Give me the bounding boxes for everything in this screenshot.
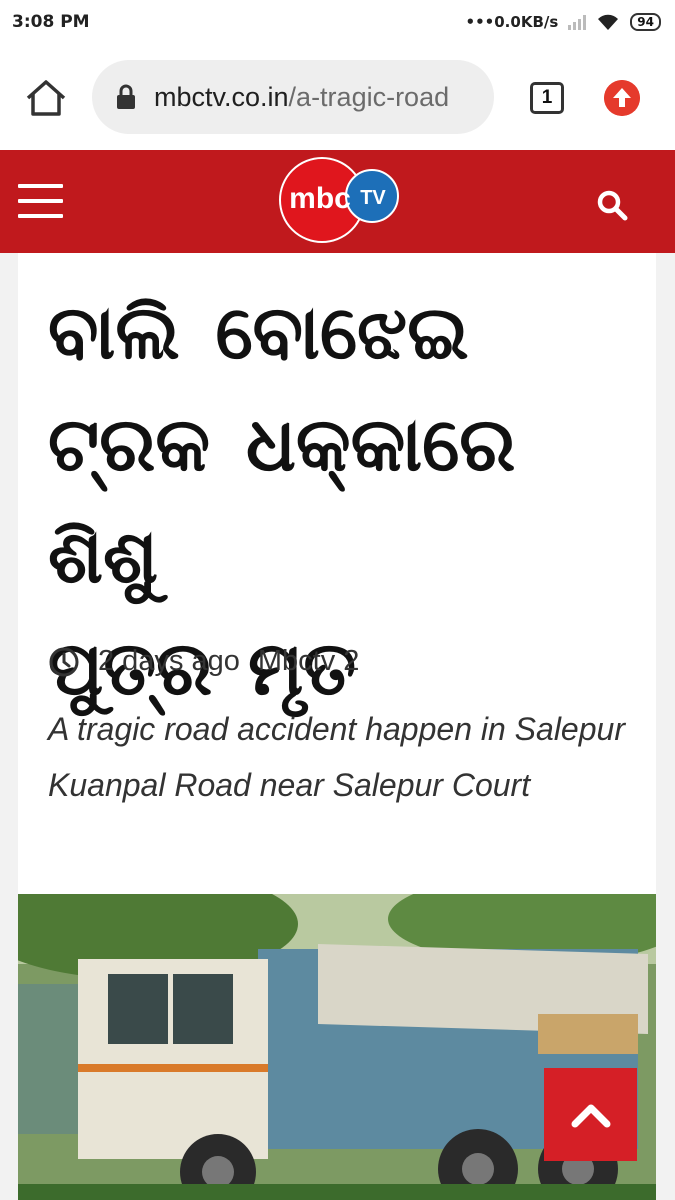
status-time: 3:08 PM bbox=[12, 12, 90, 32]
url-host: mbctv.co.in bbox=[154, 81, 289, 112]
url-path: /a-tragic-road bbox=[288, 81, 450, 112]
site-header: mbc TV bbox=[0, 150, 675, 253]
logo-tv-text: TV bbox=[360, 187, 386, 209]
publish-time: 2 days ago bbox=[98, 645, 240, 677]
article-meta: 2 days ago Mbctv 2 bbox=[48, 645, 359, 678]
browser-toolbar: mbctv.co.in/a-tragic-road 1 bbox=[0, 44, 675, 150]
clock-icon bbox=[49, 647, 79, 676]
chevron-up-icon bbox=[571, 1104, 610, 1127]
update-icon[interactable] bbox=[604, 80, 640, 116]
headline-line: ବାଲି ବୋଝେଇ bbox=[48, 290, 469, 376]
tabs-icon[interactable]: 1 bbox=[530, 82, 564, 114]
signal-icon bbox=[568, 14, 587, 30]
mbc-tv-logo[interactable]: mbc TV bbox=[272, 154, 402, 244]
wifi-icon bbox=[598, 14, 619, 30]
network-speed-value: 0.0KB/s bbox=[494, 13, 559, 31]
lock-icon bbox=[117, 84, 135, 109]
status-indicators: •••0.0KB/s 94 bbox=[465, 13, 661, 31]
article-summary: A tragic road accident happen in Salepur… bbox=[48, 711, 625, 803]
network-speed: •••0.0KB/s bbox=[465, 13, 559, 31]
headline-line: ଟ୍ରକ ଧକ୍କାରେ ଶିଶୁ bbox=[48, 402, 516, 600]
scroll-to-top-button[interactable] bbox=[544, 1068, 637, 1161]
menu-icon[interactable] bbox=[18, 184, 63, 220]
search-icon[interactable] bbox=[595, 188, 629, 222]
address-bar[interactable]: mbctv.co.in/a-tragic-road bbox=[92, 60, 494, 134]
home-icon[interactable] bbox=[24, 78, 68, 118]
logo-text: mbc bbox=[289, 182, 351, 215]
author-link[interactable]: Mbctv 2 bbox=[258, 645, 360, 678]
battery-icon: 94 bbox=[630, 13, 661, 31]
url-text: mbctv.co.in/a-tragic-road bbox=[154, 82, 449, 113]
status-bar: 3:08 PM •••0.0KB/s 94 bbox=[0, 0, 675, 44]
